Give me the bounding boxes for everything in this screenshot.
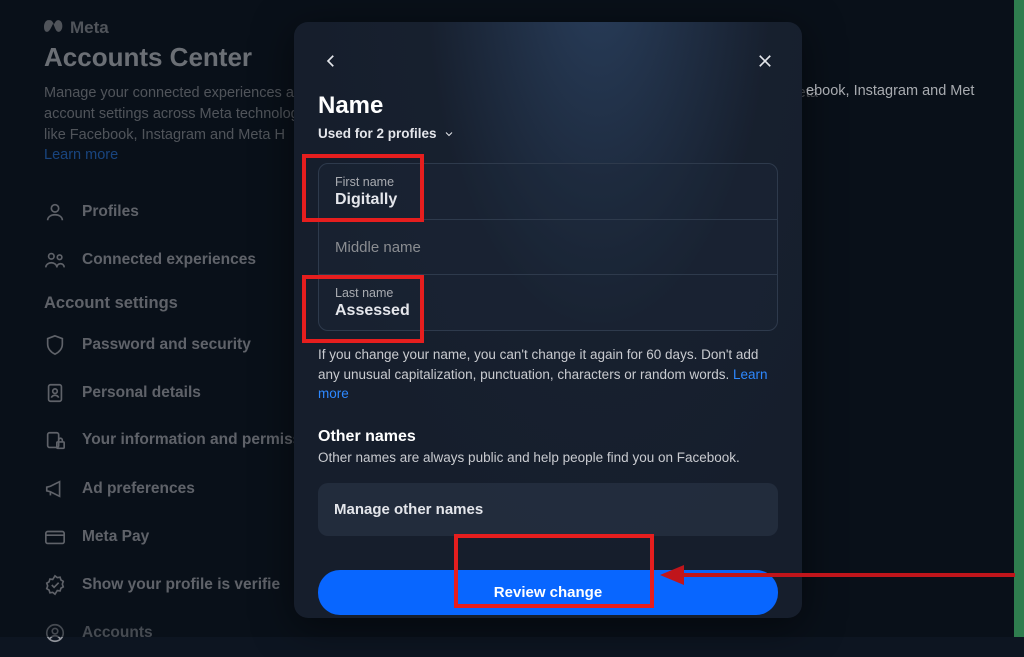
other-names-heading: Other names [318, 428, 778, 446]
last-name-field[interactable]: Last name Assessed [319, 275, 777, 330]
modal-title: Name [318, 92, 778, 120]
first-name-value: Digitally [335, 191, 761, 209]
last-name-value: Assessed [335, 302, 761, 320]
other-names-description: Other names are always public and help p… [318, 450, 778, 465]
last-name-label: Last name [335, 286, 761, 300]
chevron-left-icon [322, 52, 340, 70]
background-text-fragment: ebook, Instagram and Met [806, 83, 974, 99]
used-for-profiles-dropdown[interactable]: Used for 2 profiles [318, 126, 778, 141]
back-button[interactable] [318, 48, 344, 74]
middle-name-placeholder: Middle name [335, 231, 761, 264]
close-button[interactable] [752, 48, 778, 74]
first-name-label: First name [335, 175, 761, 189]
review-change-button[interactable]: Review change [318, 570, 778, 615]
manage-other-names-button[interactable]: Manage other names [318, 483, 778, 536]
used-for-label: Used for 2 profiles [318, 126, 437, 141]
name-change-info: If you change your name, you can't chang… [318, 345, 778, 404]
name-fields-group: First name Digitally Middle name Last na… [318, 163, 778, 331]
close-icon [756, 52, 774, 70]
first-name-field[interactable]: First name Digitally [319, 164, 777, 220]
middle-name-field[interactable]: Middle name [319, 220, 777, 275]
name-edit-modal: Name Used for 2 profiles First name Digi… [294, 22, 802, 618]
chevron-down-icon [443, 128, 455, 140]
right-green-bar [1014, 0, 1024, 637]
